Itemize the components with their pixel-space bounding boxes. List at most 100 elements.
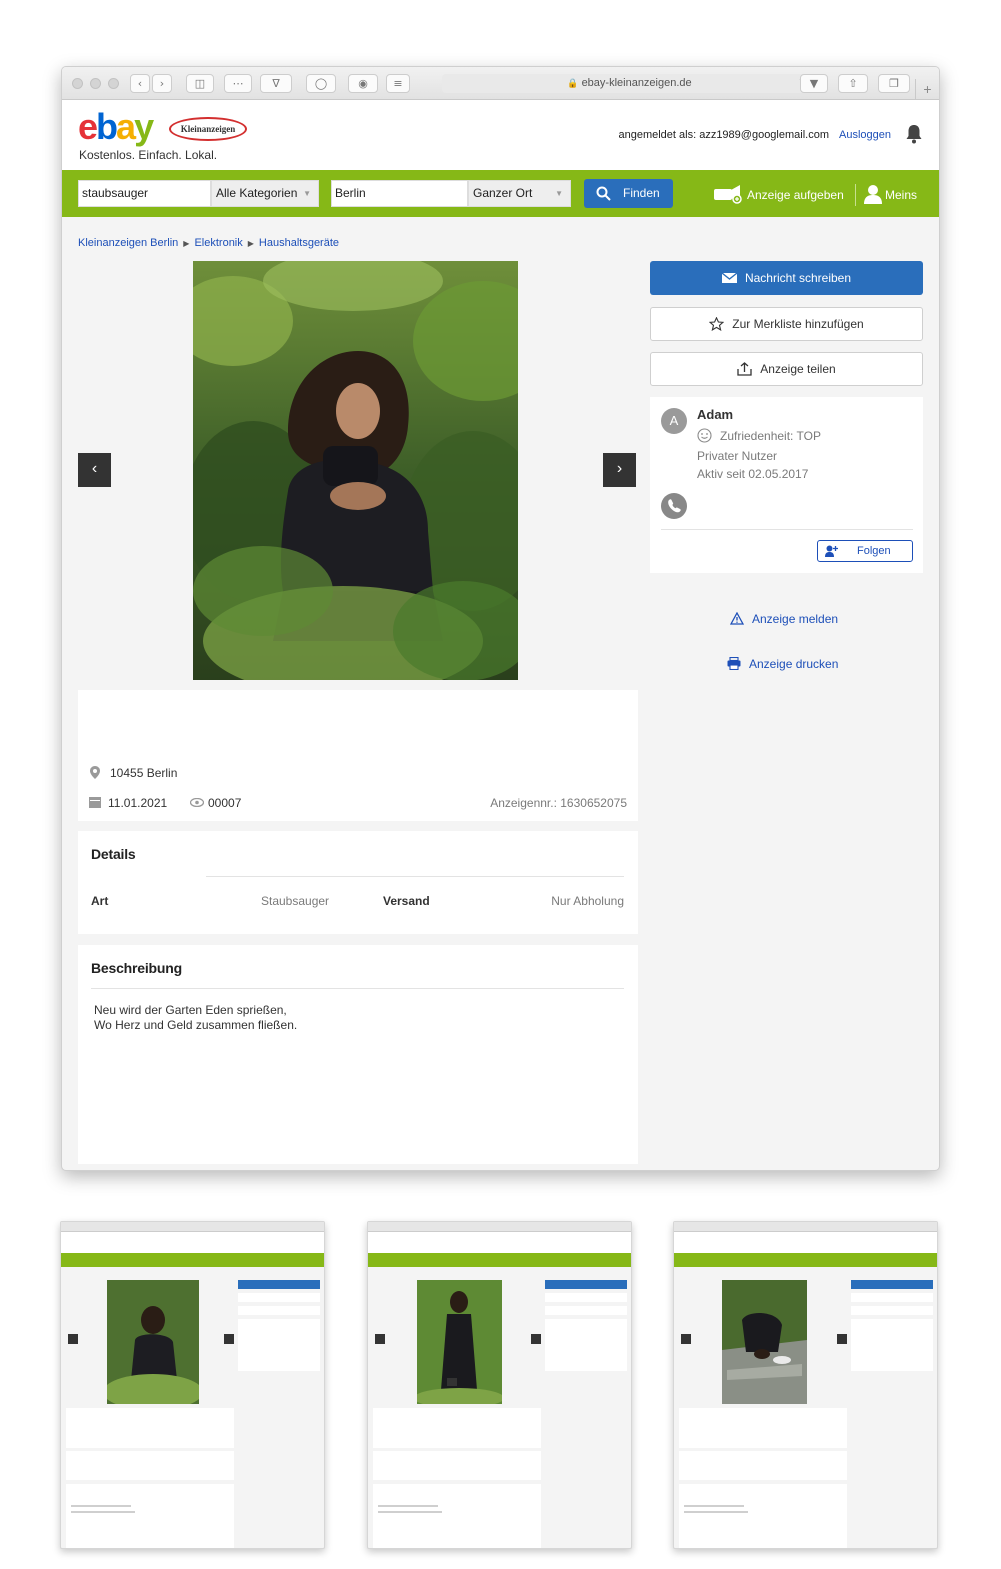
thumbnail-photo (417, 1280, 502, 1404)
message-button[interactable]: Nachricht schreiben (650, 261, 923, 295)
share-icon (737, 361, 752, 376)
logout-link[interactable]: Ausloggen (839, 129, 891, 141)
message-button-label: Nachricht schreiben (744, 271, 852, 285)
forward-icon[interactable]: › (152, 74, 172, 93)
extension-icon[interactable]: ◉ (348, 74, 378, 93)
thumbnail-photo (722, 1280, 807, 1404)
download-tray-icon[interactable]: ∇ (260, 74, 292, 93)
thumbnail-button (545, 1306, 627, 1315)
thumbnail-search-bar (61, 1253, 324, 1267)
thumbnail-button (238, 1280, 320, 1289)
follow-button[interactable]: Folgen (817, 540, 913, 562)
logo-a: a (116, 106, 136, 147)
thumbnail-details-card (66, 1451, 234, 1480)
tagline: Kostenlos. Einfach. Lokal. (79, 148, 218, 162)
ad-photo[interactable] (193, 261, 518, 680)
thumbnail-button (545, 1293, 627, 1302)
share-button-label: Anzeige teilen (760, 362, 836, 376)
share-button[interactable]: Anzeige teilen (650, 352, 923, 386)
site-header: ebay Kleinanzeigen Kostenlos. Einfach. L… (62, 100, 939, 170)
printer-icon (727, 657, 741, 671)
seller-name[interactable]: Adam (697, 407, 733, 422)
description-line: Neu wird der Garten Eden sprießen, (94, 1003, 287, 1017)
thumbnail-info-card (373, 1408, 541, 1448)
thumbnail-text-line (71, 1505, 131, 1507)
ad-location: 10455 Berlin (110, 766, 178, 780)
thumbnail-details-card (679, 1451, 847, 1480)
account-label: Meins (885, 188, 918, 202)
breadcrumb-item[interactable]: Haushaltsgeräte (259, 237, 339, 249)
print-ad-link[interactable]: Anzeige drucken (727, 657, 838, 671)
thumbnail-photo (107, 1280, 199, 1404)
thumbnail-arrow (68, 1334, 78, 1344)
grid-icon[interactable]: ⋯ (224, 74, 252, 93)
details-title: Details (91, 846, 136, 862)
thumbnail-button (851, 1306, 933, 1315)
watchlist-button-label: Zur Merkliste hinzufügen (732, 317, 864, 331)
sidebar-icon[interactable]: ◫ (186, 74, 214, 93)
report-ad-link[interactable]: Anzeige melden (730, 612, 838, 626)
chevron-down-icon: ▼ (555, 189, 563, 198)
description-title: Beschreibung (91, 960, 182, 976)
back-icon[interactable]: ‹ (130, 74, 150, 93)
downloads-icon[interactable]: ▼ (800, 74, 828, 93)
warning-icon (730, 612, 744, 625)
print-ad-label: Anzeige drucken (749, 657, 839, 671)
thumbnail-photo-image (107, 1280, 199, 1404)
thumbnail-button (851, 1280, 933, 1289)
thumbnail-info-card (679, 1408, 847, 1448)
find-button[interactable]: Finden (584, 179, 673, 208)
thumbnail-header (674, 1232, 937, 1253)
tabs-icon[interactable]: ❐ (878, 74, 910, 93)
browser-toolbar: ‹ › ◫ ⋯ ∇ ◯ ◉ ≡ 🔒ebay-kleinanzeigen.de ↻… (62, 67, 939, 100)
detail-value: Staubsauger (261, 894, 330, 908)
ad-photo-image (193, 261, 518, 680)
seller-type: Privater Nutzer (697, 449, 778, 463)
radius-select[interactable]: Ganzer Ort ▼ (468, 180, 571, 207)
divider (855, 184, 856, 206)
thumbnail-button (238, 1293, 320, 1302)
detail-value: Nur Abholung (551, 894, 624, 908)
category-select[interactable]: Alle Kategorien ▼ (211, 180, 319, 207)
find-button-label: Finden (623, 186, 660, 200)
thumbnail-text-line (378, 1505, 438, 1507)
window-zoom-button[interactable] (108, 78, 119, 89)
shield-icon[interactable]: ◯ (306, 74, 336, 93)
description-card: Beschreibung Neu wird der Garten Eden sp… (78, 945, 638, 1164)
window-minimize-button[interactable] (90, 78, 101, 89)
seller-satisfaction: Zufriedenheit: TOP (720, 429, 821, 443)
share-icon[interactable]: ⇧ (838, 74, 868, 93)
thumbnail-header (368, 1232, 631, 1253)
breadcrumb-arrow-icon: ▶ (183, 239, 190, 248)
thumbnail-header (61, 1232, 324, 1253)
ebay-logo[interactable]: ebay (78, 106, 154, 147)
phone-icon[interactable] (661, 493, 687, 519)
post-ad-button[interactable]: Anzeige aufgeben (713, 184, 844, 204)
address-bar[interactable]: 🔒ebay-kleinanzeigen.de ↻ (442, 74, 817, 93)
bell-icon[interactable] (905, 124, 923, 144)
location-pin-icon (90, 766, 100, 779)
thumbnail-description-card (679, 1484, 847, 1548)
watchlist-button[interactable]: Zur Merkliste hinzufügen (650, 307, 923, 341)
lock-icon: 🔒 (567, 78, 579, 88)
previous-image-button[interactable]: ‹ (78, 453, 111, 487)
ad-date: 11.01.2021 (108, 796, 168, 810)
thumbnail-description-card (373, 1484, 541, 1548)
breadcrumb-item[interactable]: Kleinanzeigen Berlin (78, 237, 178, 249)
megaphone-icon (714, 185, 742, 204)
thumbnail-info-card (66, 1408, 234, 1448)
thumbnail-seller-card (238, 1319, 320, 1371)
thumbnail-arrow (531, 1334, 541, 1344)
radius-select-value: Ganzer Ort (473, 186, 533, 200)
divider (206, 876, 624, 877)
thumbnail-search-bar (368, 1253, 631, 1267)
location-input[interactable]: Berlin (331, 180, 468, 207)
window-close-button[interactable] (72, 78, 83, 89)
new-tab-button[interactable]: + (915, 79, 939, 100)
account-button[interactable]: Meins (864, 184, 917, 210)
search-input[interactable]: staubsauger (78, 180, 211, 207)
reader-icon[interactable]: ≡ (386, 74, 410, 93)
search-icon (596, 186, 611, 201)
next-image-button[interactable]: › (603, 453, 636, 487)
breadcrumb-item[interactable]: Elektronik (194, 237, 242, 249)
